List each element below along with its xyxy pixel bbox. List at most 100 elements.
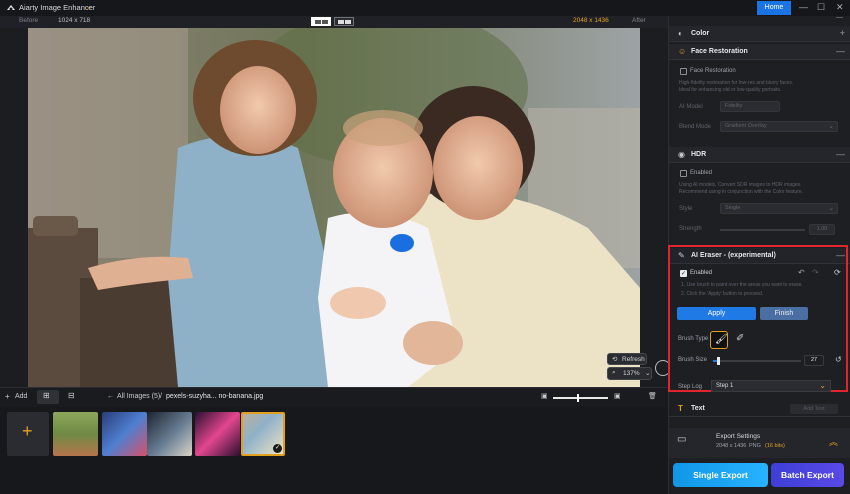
thumb-2[interactable]	[102, 412, 147, 456]
ai-model-label: AI Model	[679, 104, 703, 110]
before-label: Before	[19, 17, 39, 24]
current-file-name: pexels-suzyha... no-banana.jpg	[166, 393, 264, 400]
compare-bar: Before 1024 x 718 2048 x 1436 After	[0, 16, 668, 28]
grid-icon: ⊞	[43, 391, 50, 400]
title-bar: Aiarty Image Enhancer ⌄ Home — ☐ ✕	[0, 0, 850, 16]
hdr-title: HDR	[691, 151, 707, 158]
minimize-icon[interactable]: —	[799, 2, 808, 12]
app-title: Aiarty Image Enhancer	[19, 3, 96, 12]
chevron-down-icon: ⌄	[828, 205, 834, 212]
grid-view-button[interactable]: ⊞	[37, 390, 59, 404]
color-add-icon[interactable]: +	[840, 28, 845, 38]
back-arrow-icon[interactable]: ←	[107, 393, 114, 400]
text-section-header[interactable]: T Text Add Text	[669, 401, 850, 417]
zoom-value: 137%	[623, 370, 640, 377]
batch-export-button[interactable]: Batch Export	[771, 463, 844, 487]
hdr-icon: ◉	[678, 150, 685, 159]
finish-button[interactable]: Finish	[760, 307, 808, 320]
add-image-tile[interactable]: +	[7, 412, 49, 456]
plus-icon: +	[22, 421, 33, 441]
selected-check-icon: ✓	[273, 444, 282, 453]
app-logo-icon	[7, 5, 15, 11]
slider-handle[interactable]	[577, 394, 579, 402]
before-size: 1024 x 718	[58, 17, 91, 24]
close-icon[interactable]: ✕	[836, 2, 844, 13]
maximize-icon[interactable]: ☐	[817, 2, 825, 13]
double-chevron-up-icon[interactable]: ︽	[829, 435, 838, 448]
brush-stroke-mark	[390, 234, 414, 252]
home-button[interactable]: Home	[757, 1, 791, 15]
face-icon: ☺	[678, 47, 687, 56]
after-label: After	[632, 17, 646, 24]
side-by-side-toggle[interactable]	[334, 17, 354, 26]
zoom-control[interactable]: ⌕ 137% ⌄	[607, 367, 652, 380]
hdr-enabled-checkbox[interactable]	[680, 170, 687, 177]
thumbnail-size-slider[interactable]	[553, 394, 608, 402]
trash-icon[interactable]: 🗑	[648, 392, 657, 400]
path-separator: /	[160, 393, 162, 400]
split-view-toggle[interactable]	[311, 17, 331, 26]
add-button[interactable]: Add	[15, 393, 27, 400]
step-log-value: Step 1	[716, 383, 734, 389]
export-settings-icon: ▭	[677, 434, 687, 445]
hdr-style-select[interactable]: Single ⌄	[720, 203, 838, 214]
panel-top-strip: —	[669, 14, 850, 24]
color-section-header[interactable]: ◐ Color +	[669, 26, 850, 42]
filmstrip: + ✓	[0, 407, 668, 494]
face-desc-2: Ideal for enhancing old or low-quality p…	[679, 87, 782, 93]
thumb-3[interactable]	[147, 412, 192, 456]
hdr-section-header[interactable]: ◉ HDR —	[669, 147, 850, 163]
after-size: 2048 x 1436	[573, 17, 609, 24]
paint-brush-icon: 🖌	[715, 334, 728, 345]
collapse-icon[interactable]: —	[836, 14, 843, 21]
blend-mode-select[interactable]: Gradient Overlay ⌄	[720, 121, 838, 132]
step-log-select[interactable]: Step 1 ⌄	[711, 380, 831, 392]
list-view-icon[interactable]: ⊟	[68, 391, 75, 400]
eraser-brush-icon: ✐	[736, 333, 745, 344]
hdr-enabled-label: Enabled	[690, 170, 713, 176]
chevron-down-icon: ⌄	[819, 381, 826, 390]
image-size-icon: ▣	[541, 393, 548, 400]
preview-photo[interactable]	[28, 28, 640, 387]
blend-mode-label: Blend Mode	[679, 124, 712, 130]
hdr-collapse-icon[interactable]: —	[836, 149, 845, 159]
hdr-desc-1: Using AI models, Convert SDR images to H…	[679, 182, 802, 188]
image-canvas[interactable]: ⟲ Refresh ⌕ 137% ⌄	[0, 28, 671, 387]
text-title: Text	[691, 405, 705, 412]
export-format: PNG	[749, 443, 761, 449]
face-title: Face Restoration	[691, 48, 748, 55]
apply-button[interactable]: Apply	[677, 307, 756, 320]
brush-type-erase[interactable]: ✐	[732, 331, 750, 349]
brush-type-paint[interactable]: 🖌	[710, 331, 728, 349]
chevron-down-icon: ⌄	[828, 123, 834, 130]
refresh-label: Refresh	[622, 356, 645, 363]
large-image-icon: ▣	[614, 393, 621, 400]
refresh-icon: ⟲	[612, 356, 618, 363]
color-title: Color	[691, 30, 710, 37]
zoom-chevron-icon: ⌄	[645, 370, 651, 377]
text-icon: T	[678, 404, 683, 413]
thumb-5-selected[interactable]: ✓	[241, 412, 285, 456]
add-text-button[interactable]: Add Text	[790, 404, 838, 414]
thumb-4[interactable]	[195, 412, 240, 456]
bottom-toolbar: + Add ⊞ ⊟ ← All Images (5) / pexels-suzy…	[0, 387, 668, 407]
single-export-button[interactable]: Single Export	[673, 463, 768, 487]
hdr-strength-input[interactable]: 1.00	[809, 224, 835, 235]
export-settings-box[interactable]: ▭ Export Settings 2048 x 1436 PNG (16 bi…	[669, 428, 850, 458]
palette-icon: ◐	[678, 29, 683, 38]
face-desc-1: High-fidelity restoration for low-res an…	[679, 80, 794, 86]
face-restoration-header[interactable]: ☺ Face Restoration —	[669, 44, 850, 60]
hdr-strength-slider[interactable]	[720, 229, 805, 231]
face-checkbox-label: Face Restoration	[690, 68, 736, 74]
app-menu-chevron-icon[interactable]: ⌄	[86, 2, 93, 11]
ai-model-select[interactable]: Fidelity	[720, 101, 780, 112]
all-images-link[interactable]: All Images (5)	[117, 393, 160, 400]
add-plus-icon[interactable]: +	[5, 392, 10, 401]
export-size: 2048 x 1436	[716, 443, 747, 449]
thumb-1[interactable]	[53, 412, 98, 456]
face-restoration-checkbox[interactable]	[680, 68, 687, 75]
hdr-style-label: Style	[679, 206, 693, 212]
export-bits: (16 bits)	[765, 443, 785, 449]
face-collapse-icon[interactable]: —	[836, 46, 845, 56]
refresh-button[interactable]: ⟲ Refresh	[607, 353, 647, 365]
